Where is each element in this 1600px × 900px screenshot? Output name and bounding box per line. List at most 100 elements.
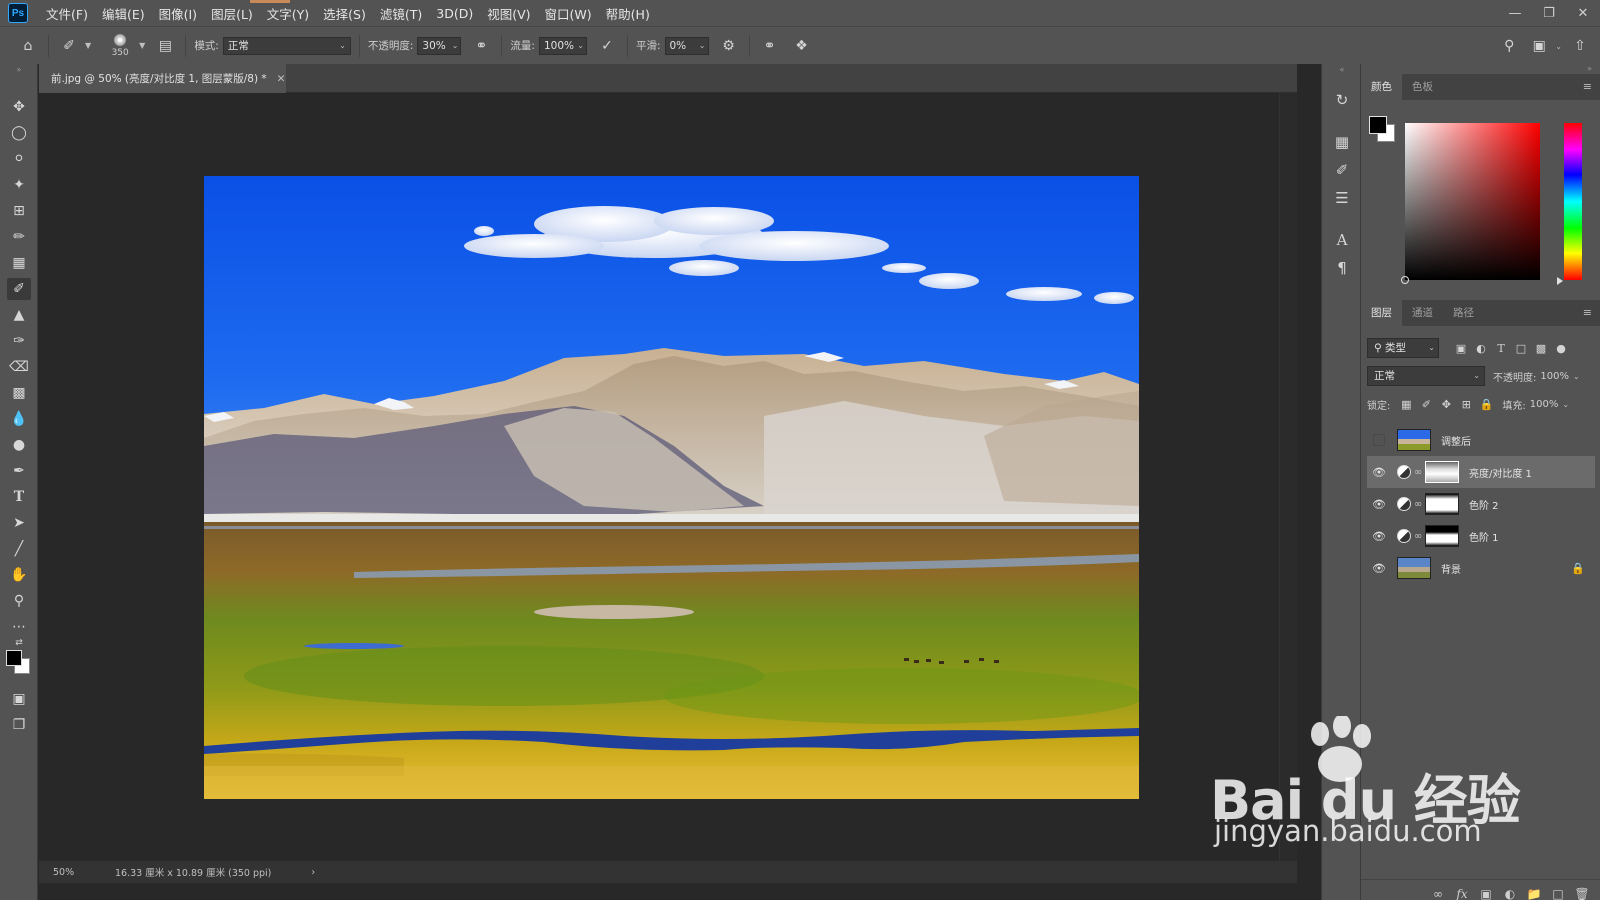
trash-icon[interactable]: 🗑	[1570, 887, 1594, 900]
link-layers-icon[interactable]: ∞	[1426, 887, 1450, 900]
layer-mask-thumbnail[interactable]	[1425, 493, 1459, 515]
hand-tool-icon[interactable]: ✋	[7, 564, 31, 586]
chevron-right-icon[interactable]: ›	[311, 867, 315, 878]
gradient-tool-icon[interactable]: ▩	[7, 382, 31, 404]
layer-row[interactable]: 👁 背景 🔒	[1367, 552, 1595, 584]
eraser-tool-icon[interactable]: ⌫	[7, 356, 31, 378]
pressure-opacity-icon[interactable]: ⚭	[469, 34, 493, 58]
history-brush-tool-icon[interactable]: ✑	[7, 330, 31, 352]
menu-type[interactable]: 文字(Y)	[267, 4, 309, 23]
chevron-down-icon[interactable]: ▼	[85, 41, 91, 50]
vertical-scrollbar[interactable]	[1279, 93, 1297, 863]
lock-artboard-icon[interactable]: ⊞	[1456, 398, 1476, 411]
history-icon[interactable]: ↻	[1330, 88, 1354, 112]
marquee-tool-icon[interactable]: ◯	[7, 122, 31, 144]
layer-row[interactable]: 👁 ∞ 色阶 1	[1367, 520, 1595, 552]
menu-layer[interactable]: 图层(L)	[211, 4, 253, 23]
character-icon[interactable]: A	[1330, 228, 1354, 252]
brush-preset-picker[interactable]: 350	[105, 33, 135, 58]
menu-edit[interactable]: 编辑(E)	[102, 4, 145, 23]
brush-tool-icon[interactable]: ✐	[7, 278, 31, 300]
filter-adjustment-icon[interactable]: ◐	[1471, 342, 1491, 355]
saturation-brightness-field[interactable]	[1405, 123, 1540, 280]
pressure-size-icon[interactable]: ⚭	[758, 34, 782, 58]
eye-icon[interactable]: 👁	[1367, 530, 1391, 543]
fill-value[interactable]: 100%	[1530, 399, 1559, 410]
layer-mask-thumbnail[interactable]	[1425, 461, 1459, 483]
lock-icon[interactable]: 🔒	[1571, 562, 1585, 575]
type-tool-icon[interactable]: T	[7, 486, 31, 508]
tab-swatches[interactable]: 色板	[1402, 74, 1443, 100]
menu-select[interactable]: 选择(S)	[323, 4, 366, 23]
filter-pixel-icon[interactable]: ▣	[1451, 342, 1471, 355]
dodge-tool-icon[interactable]: ●	[7, 434, 31, 456]
quick-select-tool-icon[interactable]: ✦	[7, 174, 31, 196]
lock-position-icon[interactable]: ✥	[1436, 398, 1456, 411]
zoom-tool-icon[interactable]: ⚲	[7, 590, 31, 612]
hue-slider[interactable]	[1564, 123, 1582, 280]
color-picker-marker[interactable]	[1401, 276, 1409, 284]
document-canvas-image[interactable]	[204, 176, 1139, 799]
collapse-arrows-icon[interactable]: »	[7, 64, 31, 74]
home-icon[interactable]: ⌂	[16, 34, 40, 58]
close-icon[interactable]: ✕	[1566, 0, 1600, 26]
swap-colors-icon[interactable]: ⇄	[7, 636, 31, 650]
crop-tool-icon[interactable]: ⊞	[7, 200, 31, 222]
layer-row[interactable]: 调整后	[1367, 424, 1595, 456]
search-icon[interactable]: ⚲	[1497, 34, 1521, 58]
layer-row-selected[interactable]: 👁 ∞ 亮度/对比度 1	[1367, 456, 1595, 488]
chevron-down-icon[interactable]: ▼	[139, 41, 145, 50]
new-group-icon[interactable]: 📁	[1522, 887, 1546, 900]
eye-icon[interactable]: 👁	[1367, 466, 1391, 479]
hue-slider-handle[interactable]	[1557, 277, 1563, 285]
restore-icon[interactable]: ❐	[1532, 0, 1566, 26]
minimize-icon[interactable]: —	[1498, 0, 1532, 26]
tab-layers[interactable]: 图层	[1361, 300, 1402, 326]
brush-settings-icon[interactable]: ▤	[153, 34, 177, 58]
healing-tool-icon[interactable]: ▦	[7, 252, 31, 274]
mode-select[interactable]: 正常 ⌄	[222, 36, 351, 55]
menu-3d[interactable]: 3D(D)	[436, 6, 473, 21]
blur-tool-icon[interactable]: 💧	[7, 408, 31, 430]
new-adjustment-icon[interactable]: ◐	[1498, 887, 1522, 900]
zoom-level[interactable]: 50%	[53, 867, 113, 878]
filter-smart-object-icon[interactable]: ▩	[1531, 342, 1551, 355]
flow-input[interactable]: 100% ⌄	[538, 36, 587, 55]
screen-mode-icon[interactable]: ❐	[7, 714, 31, 736]
tab-paths[interactable]: 路径	[1443, 300, 1484, 326]
move-tool-icon[interactable]: ✥	[7, 96, 31, 118]
chevron-down-icon[interactable]: ⌄	[1555, 42, 1562, 51]
new-layer-icon[interactable]: □	[1546, 887, 1570, 900]
layer-row[interactable]: 👁 ∞ 色阶 2	[1367, 488, 1595, 520]
quick-mask-icon[interactable]: ▣	[7, 688, 31, 710]
filter-shape-icon[interactable]: □	[1511, 342, 1531, 355]
menu-window[interactable]: 窗口(W)	[545, 4, 592, 23]
menu-filter[interactable]: 滤镜(T)	[380, 4, 422, 23]
stamp-tool-icon[interactable]: ▲	[7, 304, 31, 326]
path-select-tool-icon[interactable]: ➤	[7, 512, 31, 534]
menu-help[interactable]: 帮助(H)	[606, 4, 650, 23]
lock-all-icon[interactable]: 🔒	[1476, 398, 1496, 411]
workspace-icon[interactable]: ▣	[1527, 34, 1551, 58]
airbrush-icon[interactable]: ✓	[595, 34, 619, 58]
lasso-tool-icon[interactable]: ⚪	[7, 148, 31, 170]
adjustments-icon[interactable]: ☰	[1330, 186, 1354, 210]
share-icon[interactable]: ⇧	[1568, 34, 1592, 58]
document-tab[interactable]: 前.jpg @ 50% (亮度/对比度 1, 图层蒙版/8) * ✕	[39, 64, 286, 93]
brush-tool-icon[interactable]: ✐	[57, 34, 81, 58]
lock-image-icon[interactable]: ✐	[1416, 398, 1436, 411]
paragraph-icon[interactable]: ¶	[1330, 256, 1354, 280]
brush-settings-icon[interactable]: ✐	[1330, 158, 1354, 182]
layer-opacity-value[interactable]: 100%	[1540, 371, 1569, 382]
link-icon[interactable]: ∞	[1411, 531, 1425, 542]
chevron-down-icon[interactable]: ⌄	[1562, 400, 1569, 409]
chevron-down-icon[interactable]: ⌄	[1573, 372, 1580, 381]
collapse-arrows-icon[interactable]: «	[1330, 64, 1354, 74]
blend-mode-select[interactable]: 正常 ⌄	[1367, 366, 1485, 386]
panel-menu-icon[interactable]: ≡	[1583, 300, 1592, 326]
eye-icon[interactable]: 👁	[1367, 562, 1391, 575]
panel-menu-icon[interactable]: ≡	[1583, 74, 1592, 100]
line-tool-icon[interactable]: ╱	[7, 538, 31, 560]
layer-filter-select[interactable]: ⚲ 类型 ⌄	[1367, 338, 1439, 358]
eye-icon[interactable]: 👁	[1367, 498, 1391, 511]
